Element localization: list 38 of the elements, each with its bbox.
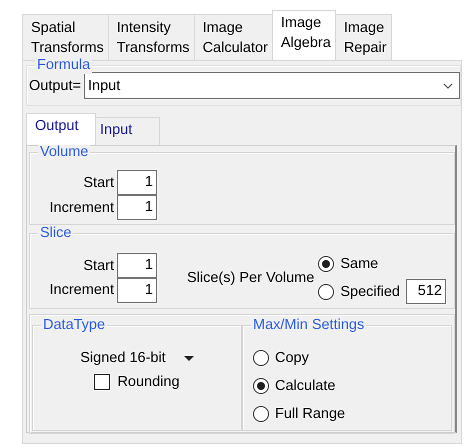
radio-label[interactable]: Copy	[275, 350, 309, 366]
group-title: Max/Min Settings	[253, 317, 364, 333]
tab[interactable]: Intensity Transforms	[108, 14, 195, 60]
caret-icon	[184, 356, 194, 360]
output-label: Output=	[29, 78, 81, 94]
input-field[interactable]: 512	[406, 279, 446, 304]
output-dropdown[interactable]: Input	[84, 72, 460, 99]
radio-label[interactable]: Same	[340, 256, 378, 272]
group-title: DataType	[43, 317, 106, 333]
checkbox[interactable]	[94, 374, 110, 390]
radio-label[interactable]: Calculate	[275, 378, 336, 394]
radio-button[interactable]	[253, 350, 269, 366]
input-field[interactable]: 1	[117, 252, 157, 278]
input-field[interactable]: 1	[117, 278, 157, 302]
group-title: Volume	[40, 144, 88, 160]
radio-button[interactable]	[253, 406, 269, 422]
group-title: Slice	[40, 225, 72, 241]
field-label: Start	[82, 175, 115, 191]
radio-button[interactable]	[253, 378, 269, 394]
radio-button[interactable]	[318, 284, 334, 300]
tab[interactable]: Image Calculator	[194, 14, 273, 60]
tab[interactable]: Image Repair	[334, 14, 392, 60]
input-field[interactable]: 1	[117, 170, 157, 195]
radio-label[interactable]: Specified	[340, 284, 400, 300]
slices-per-volume-label: Slice(s) Per Volume	[187, 270, 314, 286]
field-label: Start	[82, 258, 115, 274]
chevron-down-icon	[443, 82, 453, 88]
checkbox-label[interactable]: Rounding	[117, 374, 180, 390]
tab[interactable]: Spatial Transforms	[22, 14, 109, 60]
group-title: Formula	[37, 57, 90, 73]
datatype-dropdown[interactable]: Signed 16-bit	[80, 348, 194, 368]
tab[interactable]: Input	[95, 117, 160, 145]
radio-label[interactable]: Full Range	[275, 406, 346, 422]
tab[interactable]: Output	[26, 113, 96, 145]
field-label: Increment	[48, 200, 115, 216]
input-field[interactable]: 1	[117, 195, 157, 220]
field-label: Increment	[48, 282, 115, 298]
radio-button[interactable]	[318, 256, 334, 272]
